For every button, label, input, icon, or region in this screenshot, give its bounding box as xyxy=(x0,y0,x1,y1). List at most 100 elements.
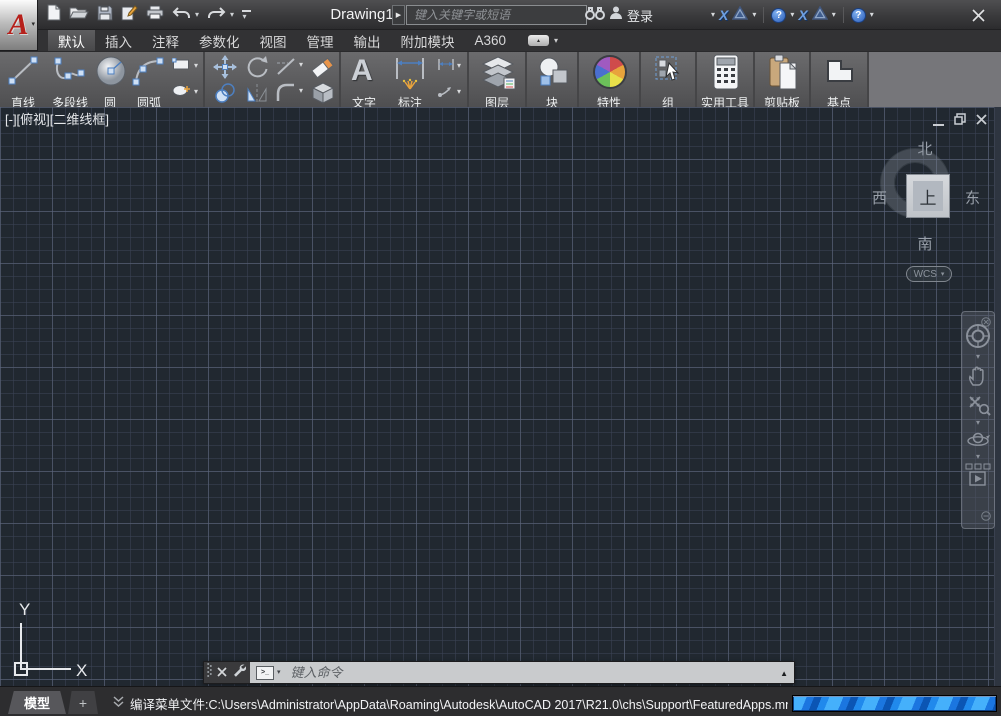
linear-dim-tool[interactable] xyxy=(437,58,455,76)
group-tool[interactable] xyxy=(654,55,684,92)
undo-caret-icon[interactable]: ▾ xyxy=(195,11,199,19)
command-close-icon[interactable] xyxy=(217,664,227,682)
ellipse-tool[interactable] xyxy=(172,84,192,102)
basepoint-tool[interactable] xyxy=(825,58,855,89)
tab-output[interactable]: 输出 xyxy=(344,30,391,51)
tab-a360[interactable]: A360 xyxy=(465,30,517,51)
undo-icon[interactable] xyxy=(172,6,191,25)
properties-color-wheel-tool[interactable] xyxy=(593,55,627,89)
drawing-restore-icon[interactable] xyxy=(954,112,966,130)
copy-tool[interactable] xyxy=(213,81,237,107)
a360-drive-icon-2[interactable] xyxy=(812,6,828,25)
insert-block-tool[interactable] xyxy=(535,54,571,95)
tab-annotate[interactable]: 注释 xyxy=(142,30,189,51)
rotate-tool[interactable] xyxy=(245,55,269,84)
a360-caret-icon-2[interactable]: ▾ xyxy=(832,11,836,19)
rectangle-caret-icon[interactable]: ▾ xyxy=(194,62,198,70)
pan-hand-icon[interactable] xyxy=(962,363,994,388)
ellipse-caret-icon[interactable]: ▾ xyxy=(194,88,198,96)
a360-drive-icon[interactable] xyxy=(732,6,748,25)
polyline-tool[interactable] xyxy=(50,54,88,93)
save-as-icon[interactable] xyxy=(121,4,138,26)
showmotion-icon[interactable] xyxy=(962,463,994,488)
viewcube[interactable]: 北 西 上 东 南 xyxy=(860,133,990,273)
leader-caret-icon[interactable]: ▾ xyxy=(457,88,461,96)
command-prompt-icon[interactable]: >_ xyxy=(256,666,274,680)
tab-manage[interactable]: 管理 xyxy=(297,30,344,51)
dimension-tool[interactable] xyxy=(391,55,429,97)
arc-tool[interactable] xyxy=(130,54,168,93)
tab-parametric[interactable]: 参数化 xyxy=(189,30,250,51)
paste-tool[interactable] xyxy=(768,54,798,96)
orbit-icon[interactable] xyxy=(962,429,994,451)
layer-properties-tool[interactable] xyxy=(480,54,516,95)
ribbon-minimize-button[interactable]: ▲ ▾ xyxy=(528,30,558,51)
tab-insert[interactable]: 插入 xyxy=(95,30,142,51)
viewcube-top-face[interactable]: 上 xyxy=(906,174,950,218)
qat-customize-icon[interactable]: ▾ xyxy=(242,10,251,21)
explode-3d-tool[interactable] xyxy=(311,81,335,107)
open-file-icon[interactable] xyxy=(69,5,89,25)
command-input[interactable] xyxy=(281,665,794,680)
zoom-caret-icon[interactable]: ▾ xyxy=(962,419,994,427)
layout-chevron-icon[interactable] xyxy=(113,695,124,713)
help-caret-icon-2[interactable]: ▾ xyxy=(870,11,874,19)
orbit-caret-icon[interactable]: ▾ xyxy=(962,453,994,461)
app-close-icon[interactable] xyxy=(968,6,988,24)
mirror-tool[interactable] xyxy=(245,81,269,107)
new-layout-tab[interactable]: + xyxy=(68,691,98,714)
linear-dim-caret-icon[interactable]: ▾ xyxy=(457,62,461,70)
leader-tool[interactable] xyxy=(437,84,455,102)
help-icon[interactable]: ? xyxy=(771,8,786,23)
viewcube-east-label[interactable]: 东 xyxy=(965,187,980,208)
plot-icon[interactable] xyxy=(146,5,164,25)
a360-caret-icon[interactable]: ▾ xyxy=(752,11,756,19)
move-tool[interactable] xyxy=(213,55,237,84)
drawing-minimize-icon[interactable] xyxy=(933,124,944,126)
exchange-apps-icon[interactable]: X xyxy=(719,7,728,23)
infocenter-collapse-icon[interactable]: ▶ xyxy=(392,5,405,25)
wcs-dropdown[interactable]: WCS ▾ xyxy=(906,266,952,282)
redo-icon[interactable] xyxy=(207,6,226,25)
search-binoculars-icon[interactable] xyxy=(585,6,605,25)
canvas-right-edge xyxy=(994,107,1001,686)
wheel-caret-icon[interactable]: ▾ xyxy=(962,353,994,361)
new-file-icon[interactable] xyxy=(46,4,61,26)
ucs-icon[interactable]: Y X xyxy=(6,597,98,690)
tab-home[interactable]: 默认 xyxy=(48,30,95,51)
signin-caret-icon[interactable]: ▾ xyxy=(711,11,715,19)
trim-caret-icon[interactable]: ▾ xyxy=(299,61,303,69)
save-icon[interactable] xyxy=(97,5,113,26)
fillet-caret-icon[interactable]: ▾ xyxy=(299,87,303,95)
circle-tool[interactable] xyxy=(94,54,128,93)
text-tool[interactable]: A xyxy=(351,56,373,86)
viewcube-west-label[interactable]: 西 xyxy=(872,187,887,208)
viewcube-south-label[interactable]: 南 xyxy=(860,233,990,254)
navbar-collapse-icon[interactable] xyxy=(981,508,991,526)
recent-commands-icon[interactable]: ▲ xyxy=(780,669,788,678)
signin-label[interactable]: 登录 xyxy=(627,6,653,25)
line-tool[interactable] xyxy=(6,54,42,93)
signin-user-icon[interactable] xyxy=(609,5,623,25)
fillet-tool[interactable] xyxy=(275,81,297,107)
command-drag-grip[interactable] xyxy=(207,662,212,683)
help-icon-2[interactable]: ? xyxy=(851,8,866,23)
application-menu-button[interactable]: A ▾ xyxy=(0,0,38,51)
erase-tool[interactable] xyxy=(311,55,335,84)
zoom-extents-icon[interactable] xyxy=(962,391,994,417)
search-input[interactable] xyxy=(406,5,587,25)
trim-tool[interactable] xyxy=(275,57,297,82)
help-caret-icon[interactable]: ▾ xyxy=(790,11,794,19)
drawing-canvas[interactable]: [-][俯视][二维线框] 北 西 上 东 南 WCS ▾ ▾ xyxy=(0,107,1001,686)
viewport-controls[interactable]: [-][俯视][二维线框] xyxy=(5,109,109,128)
command-customize-wrench-icon[interactable] xyxy=(232,663,246,682)
exchange-apps-icon-2[interactable]: X xyxy=(798,7,807,23)
model-tab[interactable]: 模型 xyxy=(8,691,66,714)
drawing-close-icon[interactable] xyxy=(976,112,987,130)
redo-caret-icon[interactable]: ▾ xyxy=(230,11,234,19)
navigation-wheel-icon[interactable] xyxy=(962,322,994,350)
tab-view[interactable]: 视图 xyxy=(250,30,297,51)
tab-addins[interactable]: 附加模块 xyxy=(391,30,465,51)
quick-calc-tool[interactable] xyxy=(712,54,740,96)
rectangle-tool[interactable] xyxy=(172,58,192,76)
